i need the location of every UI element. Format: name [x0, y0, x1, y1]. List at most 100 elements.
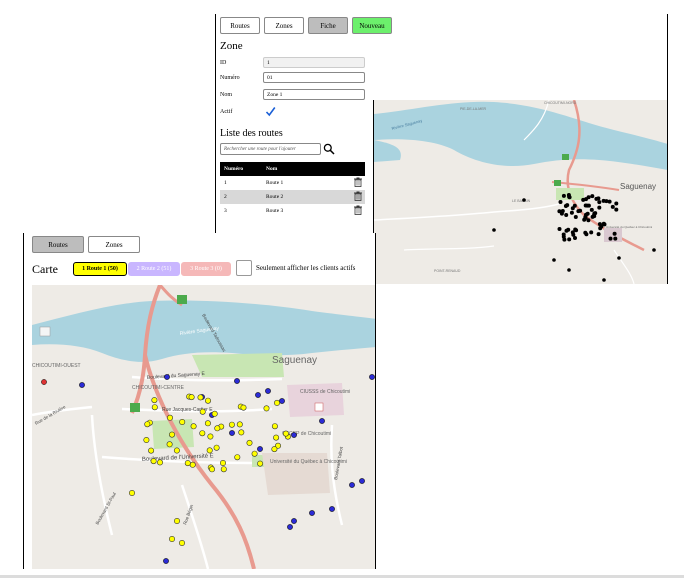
- map-marker[interactable]: [597, 200, 602, 205]
- map-marker[interactable]: [255, 392, 261, 398]
- map-marker[interactable]: [282, 430, 289, 437]
- map-marker[interactable]: [569, 210, 574, 215]
- map-marker[interactable]: [279, 398, 285, 404]
- map-marker[interactable]: [236, 421, 243, 428]
- trash-icon[interactable]: [353, 177, 363, 187]
- map-marker[interactable]: [522, 198, 526, 202]
- route-search-input[interactable]: Rechercher une route pour l'ajouter: [220, 143, 321, 155]
- map-marker[interactable]: [228, 421, 235, 428]
- map-marker[interactable]: [564, 228, 569, 233]
- map-marker[interactable]: [557, 227, 562, 231]
- table-row[interactable]: 1 Route 1: [220, 176, 365, 190]
- map-marker[interactable]: [652, 248, 656, 252]
- map-marker[interactable]: [173, 447, 180, 454]
- map-marker[interactable]: [190, 423, 197, 430]
- tab-routes[interactable]: Routes: [220, 17, 260, 34]
- map-marker[interactable]: [274, 399, 281, 406]
- map-marker[interactable]: [309, 510, 315, 516]
- map-marker[interactable]: [597, 205, 602, 210]
- search-icon[interactable]: [323, 143, 335, 155]
- map-marker[interactable]: [179, 540, 186, 547]
- map-marker[interactable]: [560, 209, 565, 213]
- map-marker[interactable]: [566, 193, 571, 197]
- map-marker[interactable]: [205, 397, 212, 404]
- map-marker[interactable]: [565, 203, 570, 208]
- map-marker[interactable]: [197, 394, 204, 401]
- map-marker[interactable]: [612, 231, 617, 236]
- map-marker[interactable]: [291, 518, 297, 524]
- map-marker[interactable]: [164, 374, 170, 380]
- map-marker[interactable]: [567, 237, 572, 242]
- map-marker[interactable]: [257, 446, 263, 452]
- map-marker[interactable]: [594, 196, 599, 201]
- map-marker[interactable]: [189, 461, 196, 468]
- map-marker[interactable]: [369, 374, 375, 380]
- map-marker[interactable]: [585, 203, 590, 208]
- map-marker[interactable]: [213, 444, 220, 451]
- map-marker[interactable]: [614, 207, 619, 212]
- map-marker[interactable]: [581, 197, 586, 202]
- map-marker[interactable]: [234, 378, 240, 384]
- map-marker[interactable]: [144, 421, 151, 428]
- map-marker[interactable]: [271, 446, 278, 453]
- map-marker[interactable]: [257, 460, 264, 467]
- map-marker[interactable]: [220, 460, 227, 467]
- map-marker[interactable]: [143, 437, 150, 444]
- map-marker[interactable]: [238, 429, 245, 436]
- tab-nouveau[interactable]: Nouveau: [352, 17, 392, 34]
- map-marker[interactable]: [552, 258, 556, 262]
- map-marker[interactable]: [166, 441, 173, 448]
- map-marker[interactable]: [585, 211, 590, 216]
- map-marker[interactable]: [251, 450, 258, 457]
- map-marker[interactable]: [240, 404, 247, 411]
- map-marker[interactable]: [291, 432, 297, 438]
- map-marker[interactable]: [184, 460, 191, 467]
- nom-field[interactable]: Zone 1: [263, 89, 365, 100]
- route-2-toggle[interactable]: 2 Route 2 (51): [128, 262, 180, 276]
- map-marker[interactable]: [150, 458, 157, 465]
- map-marker[interactable]: [592, 214, 597, 219]
- zone-map[interactable]: Saguenay Rivière Saguenay PIE-DE-LA-MER …: [374, 100, 668, 284]
- map-marker[interactable]: [209, 466, 216, 473]
- map-marker[interactable]: [273, 434, 280, 441]
- map-marker[interactable]: [169, 536, 176, 543]
- map-marker[interactable]: [287, 524, 293, 530]
- map-marker[interactable]: [329, 506, 335, 512]
- carte-map[interactable]: Saguenay Rivière Saguenay CHICOUTIMI-OUE…: [32, 285, 376, 569]
- map-marker[interactable]: [567, 268, 571, 272]
- map-marker[interactable]: [576, 209, 581, 214]
- map-marker[interactable]: [263, 405, 270, 412]
- trash-icon[interactable]: [353, 205, 363, 215]
- map-marker[interactable]: [199, 408, 206, 415]
- active-only-checkbox[interactable]: [236, 260, 252, 276]
- tab-zones[interactable]: Zones: [88, 236, 140, 253]
- map-marker[interactable]: [492, 228, 496, 232]
- map-marker[interactable]: [179, 419, 186, 426]
- map-marker[interactable]: [589, 230, 594, 235]
- map-marker[interactable]: [220, 466, 227, 473]
- map-marker[interactable]: [570, 206, 575, 211]
- map-marker[interactable]: [174, 518, 181, 525]
- map-marker[interactable]: [199, 430, 206, 437]
- map-marker[interactable]: [590, 194, 595, 199]
- map-marker[interactable]: [169, 431, 176, 438]
- map-marker[interactable]: [564, 213, 569, 217]
- map-marker[interactable]: [211, 410, 218, 417]
- map-marker[interactable]: [206, 447, 213, 454]
- map-marker[interactable]: [359, 478, 365, 484]
- map-marker[interactable]: [604, 199, 609, 204]
- actif-checkbox[interactable]: [265, 106, 276, 117]
- map-marker[interactable]: [207, 433, 214, 440]
- map-marker[interactable]: [610, 204, 615, 209]
- map-marker[interactable]: [617, 256, 621, 260]
- map-marker[interactable]: [596, 232, 601, 237]
- route-3-toggle[interactable]: 3 Route 3 (0): [181, 262, 231, 276]
- map-marker[interactable]: [614, 201, 619, 206]
- map-marker[interactable]: [229, 430, 235, 436]
- map-marker[interactable]: [570, 230, 575, 235]
- route-1-toggle[interactable]: 1 Route 1 (50): [73, 262, 127, 276]
- map-marker[interactable]: [561, 193, 566, 198]
- map-marker[interactable]: [163, 558, 169, 564]
- map-marker[interactable]: [148, 447, 155, 454]
- map-marker[interactable]: [188, 394, 195, 401]
